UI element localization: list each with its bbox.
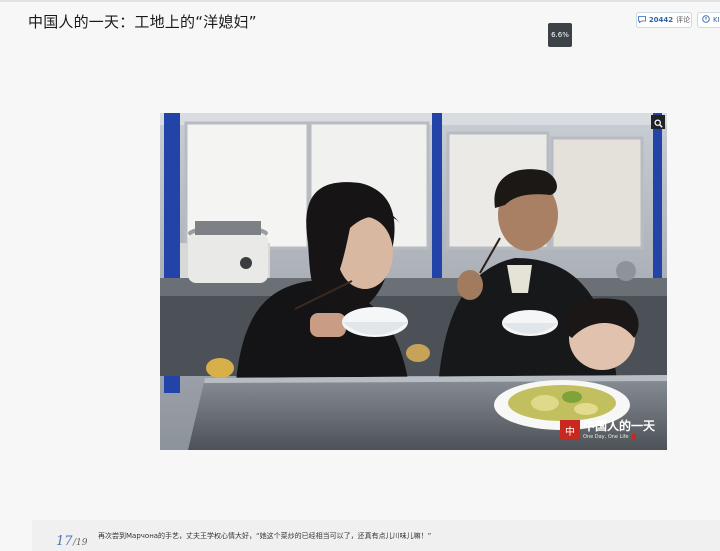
photo-image: [160, 113, 667, 450]
zoom-button[interactable]: [651, 115, 665, 129]
watermark: 中 中国人的一天 One Day, One Life: [560, 420, 655, 440]
comment-icon: [637, 15, 646, 25]
comment-label: 评论: [676, 16, 691, 24]
watermark-tag: [631, 434, 636, 440]
progress-badge: 6.6%: [548, 23, 572, 47]
caption-text: 再次尝到Марчона的手艺，丈夫王学权心情大好，“她这个菜炒的已经相当可以了，…: [98, 532, 432, 540]
caption-bar: 17 /19 再次尝到Марчона的手艺，丈夫王学权心情大好，“她这个菜炒的已…: [32, 520, 720, 551]
page-total: /19: [73, 538, 88, 548]
main-photo[interactable]: 中 中国人的一天 One Day, One Life: [160, 113, 667, 450]
page-current: 17: [56, 534, 73, 549]
top-divider: [0, 0, 720, 2]
search-icon: [654, 113, 663, 132]
share-button[interactable]: KI: [697, 12, 720, 28]
page-title: 中国人的一天：工地上的“洋媳妇”: [28, 13, 257, 31]
share-label: KI: [713, 16, 720, 24]
watermark-subtitle: One Day, One Life: [583, 434, 629, 440]
comment-count: 20442: [648, 16, 674, 24]
share-icon: [702, 15, 710, 25]
watermark-logo: 中: [560, 420, 580, 440]
comment-button[interactable]: 20442 评论: [636, 12, 692, 28]
watermark-title: 中国人的一天: [583, 419, 656, 433]
